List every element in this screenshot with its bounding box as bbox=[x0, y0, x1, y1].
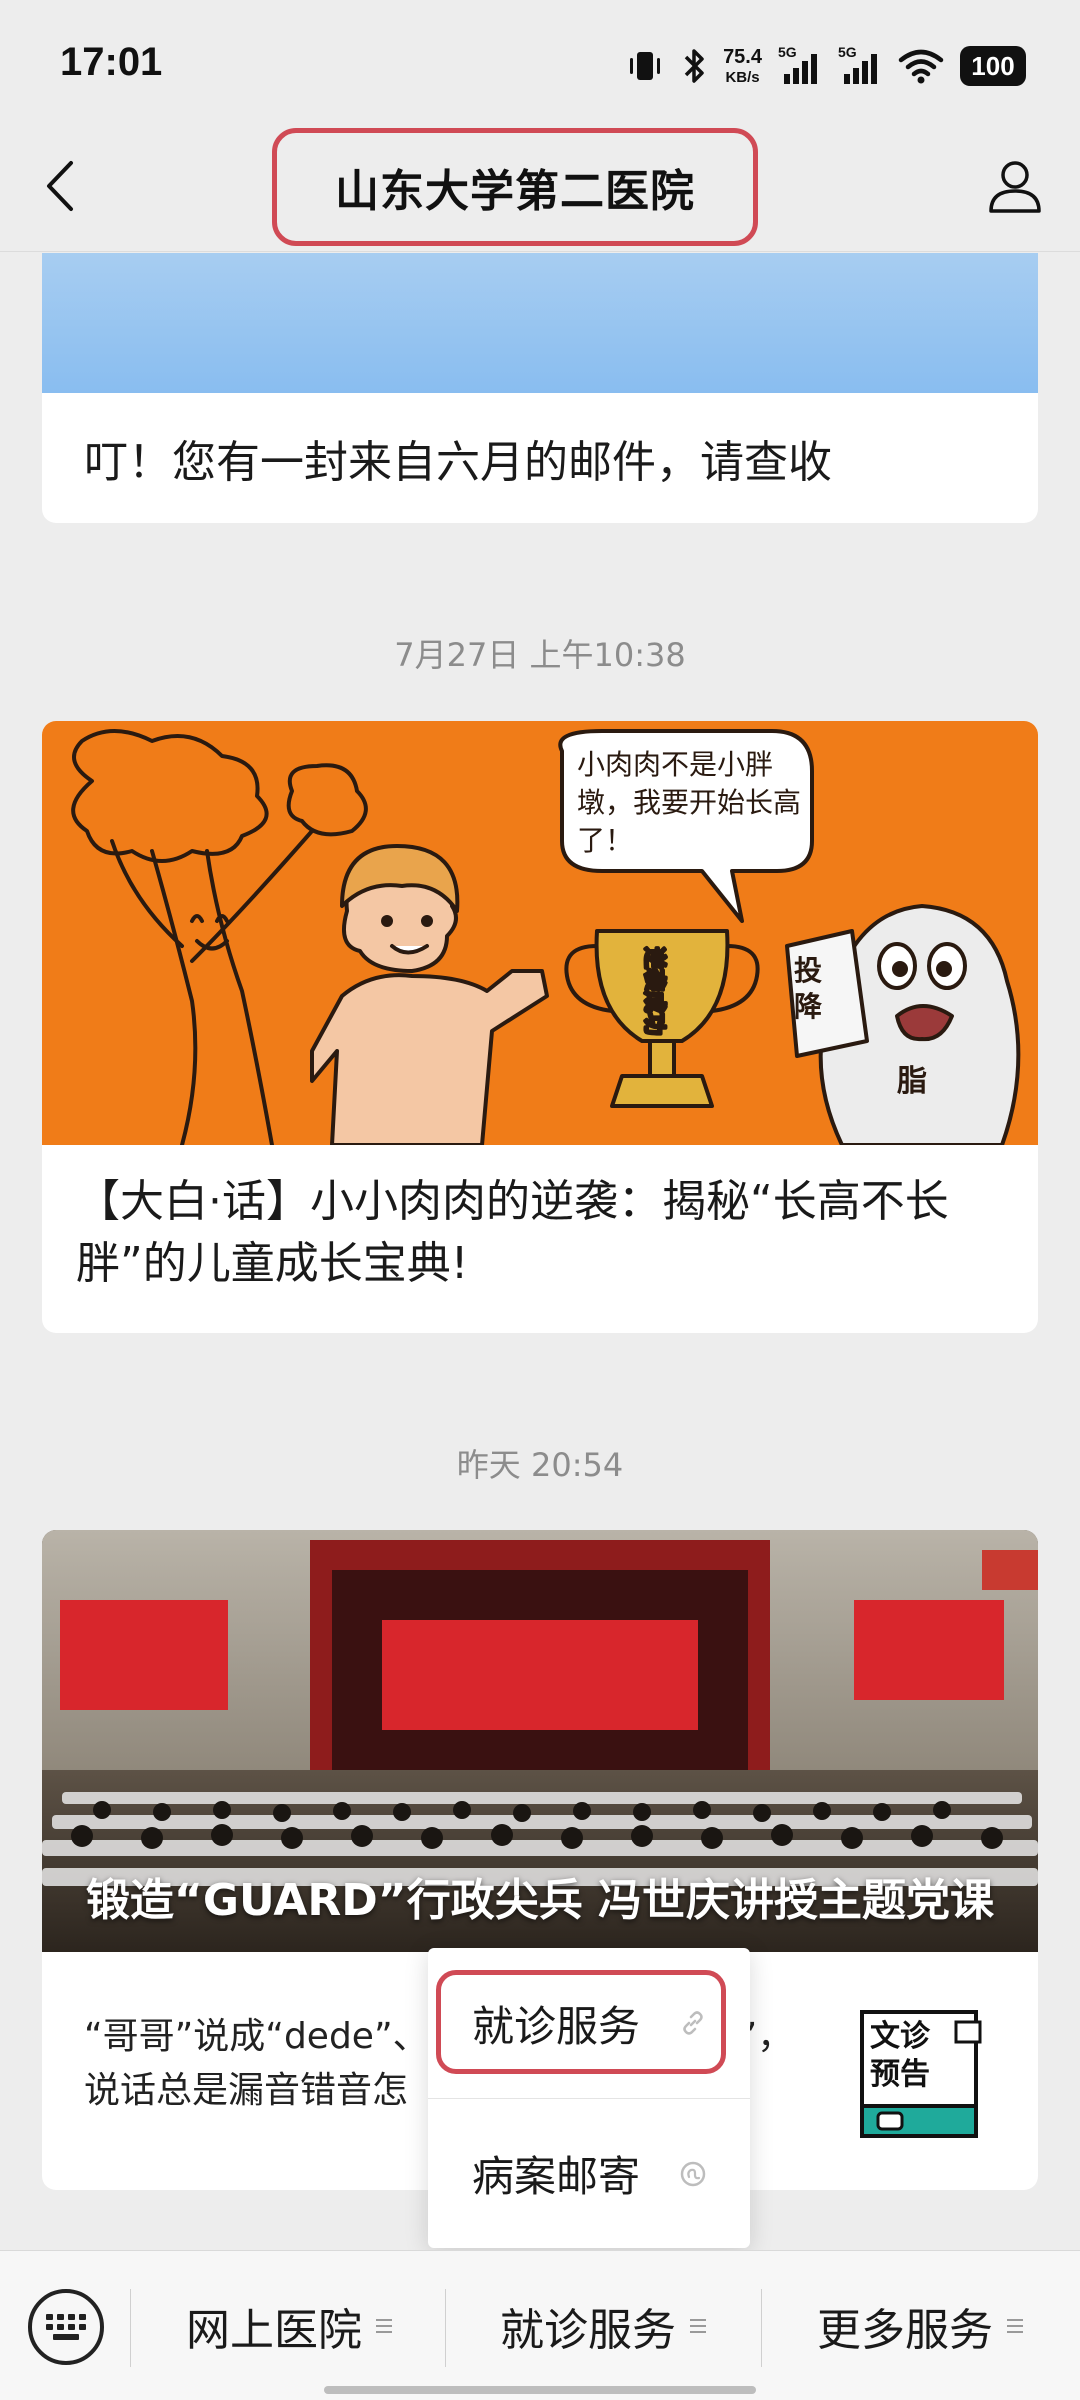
profile-button[interactable] bbox=[980, 150, 1050, 220]
page-title-box: 山东大学第二医院 bbox=[272, 128, 758, 246]
thumbnail-text: 文诊 预告 bbox=[870, 2018, 930, 2094]
submenu-item-label: 就诊服务 bbox=[472, 2001, 641, 2051]
article-cover-photo: 锻造“GUARD”行政尖兵 冯世庆讲授主题党课 bbox=[42, 1530, 1038, 1952]
bluetooth-icon bbox=[684, 49, 704, 83]
article-card[interactable]: 叮！您有一封来自六月的邮件，请查收 bbox=[42, 253, 1038, 523]
menu-divider bbox=[130, 2289, 131, 2367]
status-time: 17:01 bbox=[60, 40, 163, 84]
menu-item-online-hospital[interactable]: 网上医院 bbox=[134, 2251, 444, 2400]
submenu-item-record-mailing[interactable]: 病案邮寄 bbox=[428, 2098, 750, 2248]
menu-item-visit-service[interactable]: 就诊服务 bbox=[446, 2251, 760, 2400]
network-speed-value: 75.4 bbox=[723, 46, 762, 68]
article-title: 锻造“GUARD”行政尖兵 冯世庆讲授主题党课 bbox=[85, 1875, 995, 1926]
bottom-menu: 网上医院 就诊服务 更多服务 bbox=[0, 2250, 1080, 2400]
battery-icon: 100 bbox=[960, 46, 1026, 86]
person-icon bbox=[989, 161, 1041, 213]
menu-lines-icon bbox=[690, 2319, 706, 2333]
submenu-item-label: 病案邮寄 bbox=[472, 2152, 641, 2201]
network-speed-unit: KB/s bbox=[725, 69, 760, 86]
trophy-text: 逆袭成功 bbox=[641, 947, 666, 1035]
thumbnail-text-line: 文诊 bbox=[870, 2019, 930, 2054]
menu-item-label: 更多服务 bbox=[817, 2305, 993, 2356]
article-cover-illustration: 逆袭成功 小肉肉不是小胖墩，我要开始长高了！ 投降 脂 bbox=[42, 721, 1038, 1145]
home-indicator[interactable] bbox=[324, 2386, 756, 2394]
keyboard-icon bbox=[46, 2314, 86, 2340]
vibrate-icon bbox=[630, 52, 661, 80]
article-thumbnail: 文诊 预告 bbox=[860, 2010, 986, 2142]
article-summary-line: “哥哥”说成“dede”、 bbox=[84, 2016, 429, 2057]
message-timestamp: 昨天 20:54 bbox=[456, 1446, 624, 1484]
monster-label: 脂 bbox=[897, 1064, 927, 1099]
article-title: 叮！您有一封来自六月的邮件，请查收 bbox=[84, 437, 832, 488]
signal-label: 5G bbox=[838, 44, 857, 60]
header: 山东大学第二医院 bbox=[0, 120, 1080, 252]
signal-icon: 5G bbox=[838, 44, 882, 86]
keyboard-toggle-button[interactable] bbox=[28, 2289, 104, 2365]
menu-item-more-services[interactable]: 更多服务 bbox=[762, 2251, 1078, 2400]
article-cover-image bbox=[42, 253, 1038, 393]
mini-program-icon bbox=[680, 2161, 706, 2186]
article-title: 【大白·话】小小肉肉的逆袭：揭秘“长高不长胖”的儿童成长宝典! bbox=[76, 1176, 949, 1289]
menu-lines-icon bbox=[1007, 2319, 1023, 2333]
signal-label: 5G bbox=[778, 44, 797, 60]
menu-lines-icon bbox=[376, 2319, 392, 2333]
signal-icon: 5G bbox=[778, 44, 822, 86]
wifi-icon bbox=[898, 49, 944, 84]
status-bar: 17:01 75.4 KB/s 5G 5G 100 bbox=[0, 0, 1080, 130]
cartoon-illustration: 逆袭成功 小肉肉不是小胖墩，我要开始长高了！ 投降 脂 bbox=[71, 729, 1021, 1145]
surrender-sign-text: 投降 bbox=[794, 954, 823, 1023]
submenu-popup: 就诊服务 病案邮寄 bbox=[428, 1948, 750, 2248]
message-timestamp: 7月27日 上午10:38 bbox=[394, 636, 686, 674]
back-chevron-icon bbox=[47, 161, 73, 211]
page-title: 山东大学第二医院 bbox=[335, 166, 695, 217]
article-card[interactable]: 逆袭成功 小肉肉不是小胖墩，我要开始长高了！ 投降 脂 【大白·话】小小肉肉的逆… bbox=[42, 721, 1038, 1333]
link-icon bbox=[683, 2011, 703, 2035]
submenu-item-visit-service[interactable]: 就诊服务 bbox=[428, 1948, 750, 2098]
menu-item-label: 就诊服务 bbox=[500, 2305, 676, 2356]
speech-bubble-text: 小肉肉不是小胖墩，我要开始长高了！ bbox=[577, 748, 802, 857]
menu-item-label: 网上医院 bbox=[186, 2305, 362, 2356]
back-button[interactable] bbox=[30, 148, 90, 224]
thumbnail-text-line: 预告 bbox=[870, 2057, 930, 2092]
wechat-official-account-page: 17:01 75.4 KB/s 5G 5G 100 山东大学第二医院 叮！您有一… bbox=[0, 0, 1080, 2400]
network-speed: 75.4 KB/s bbox=[723, 47, 762, 85]
status-icons: 75.4 KB/s 5G 5G 100 bbox=[625, 36, 1026, 96]
